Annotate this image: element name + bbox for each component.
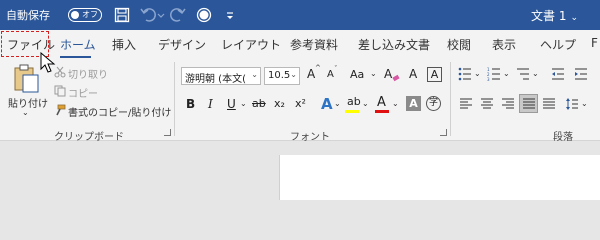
paste-dropdown-icon[interactable]: ⌄	[22, 108, 29, 117]
autosave-label: 自動保存	[6, 9, 50, 22]
highlight-color-swatch	[345, 110, 359, 113]
underline-dropdown-icon[interactable]: ⌄	[240, 99, 247, 108]
tab-insert[interactable]: 挿入	[112, 36, 136, 53]
font-color-dropdown-icon[interactable]: ⌄	[392, 99, 399, 108]
multilevel-list-dropdown-icon[interactable]: ⌄	[532, 69, 539, 78]
font-color-swatch	[375, 110, 389, 113]
undo-icon[interactable]	[140, 6, 166, 24]
tab-overflow[interactable]: F	[591, 36, 598, 50]
justify-button[interactable]	[519, 94, 538, 113]
phonetic-guide-icon[interactable]: A	[409, 67, 417, 81]
justify-icon	[523, 98, 535, 109]
clear-formatting-icon[interactable]: A	[384, 67, 392, 81]
increase-indent-icon[interactable]	[574, 67, 588, 81]
highlight-icon[interactable]: ab	[347, 95, 361, 108]
subscript-icon[interactable]: x₂	[274, 97, 285, 110]
mouse-cursor-icon	[40, 52, 56, 73]
align-left-icon[interactable]	[459, 97, 473, 111]
eraser-icon	[392, 74, 400, 82]
document-title: 文書 1 ⌄	[531, 7, 578, 24]
font-size-box[interactable]: 10.5 ⌄	[264, 67, 300, 85]
toggle-knob	[71, 11, 79, 19]
font-name-dropdown-icon[interactable]: ⌄	[251, 70, 258, 79]
copy-icon[interactable]	[54, 85, 66, 97]
font-name-box[interactable]: 游明朝 (本文( ⌄	[181, 67, 261, 85]
save-icon[interactable]	[114, 6, 130, 24]
customize-qat-icon[interactable]	[224, 6, 236, 24]
text-effects-icon[interactable]: A	[321, 95, 333, 113]
bold-icon[interactable]: B	[186, 97, 195, 111]
character-shading-icon[interactable]: A	[406, 96, 421, 111]
copy-label[interactable]: コピー	[68, 85, 98, 100]
superscript-icon[interactable]: x²	[295, 97, 306, 110]
shrink-font-icon[interactable]: A	[327, 69, 334, 80]
shrink-font-caret: ˇ	[334, 65, 338, 73]
format-painter-label[interactable]: 書式のコピー/貼り付け	[68, 104, 171, 119]
numbering-dropdown-icon[interactable]: ⌄	[503, 69, 510, 78]
bullets-icon[interactable]	[458, 67, 472, 81]
distributed-icon[interactable]	[542, 97, 556, 111]
change-case-dropdown-icon[interactable]: ⌄	[370, 69, 377, 78]
numbering-icon[interactable]: 1 2 3	[487, 67, 501, 81]
strikethrough-icon[interactable]: ab	[252, 97, 266, 110]
touch-mode-icon[interactable]	[196, 6, 212, 24]
grow-font-caret: ^	[315, 64, 321, 72]
multilevel-list-icon[interactable]	[516, 67, 530, 81]
active-tab-indicator	[60, 56, 91, 58]
autosave-toggle[interactable]: オフ	[68, 8, 102, 22]
font-launcher-icon[interactable]	[440, 129, 447, 136]
grow-font-icon[interactable]: A	[307, 67, 315, 81]
paste-icon[interactable]	[13, 64, 41, 94]
format-painter-icon[interactable]	[54, 104, 66, 116]
line-spacing-icon[interactable]	[565, 97, 579, 111]
tab-references[interactable]: 参考資料	[290, 36, 338, 53]
group-separator	[174, 62, 175, 136]
document-title-text: 文書 1	[531, 9, 567, 23]
redo-icon[interactable]	[170, 6, 186, 24]
tab-mailings[interactable]: 差し込み文書	[358, 36, 430, 53]
align-right-icon[interactable]	[501, 97, 515, 111]
align-center-icon[interactable]	[480, 97, 494, 111]
font-size-value: 10.5	[268, 70, 291, 81]
cut-label[interactable]: 切り取り	[68, 66, 108, 81]
autosave-toggle-state: オフ	[82, 10, 98, 19]
character-border-icon[interactable]: A	[427, 67, 442, 82]
tab-view[interactable]: 表示	[492, 36, 516, 53]
tab-help[interactable]: ヘルプ	[540, 36, 576, 53]
font-size-dropdown-icon[interactable]: ⌄	[290, 70, 297, 79]
highlight-dropdown-icon[interactable]: ⌄	[362, 99, 369, 108]
change-case-icon[interactable]: Aa	[350, 68, 364, 81]
decrease-indent-icon[interactable]	[551, 67, 565, 81]
font-color-icon[interactable]: A	[377, 95, 386, 110]
tab-review[interactable]: 校閲	[447, 36, 471, 53]
ribbon-tab-row: ファイル ホーム 挿入 デザイン レイアウト 参考資料 差し込み文書 校閲 表示…	[0, 30, 600, 59]
document-title-chevron-icon[interactable]: ⌄	[570, 13, 578, 23]
bullets-dropdown-icon[interactable]: ⌄	[474, 69, 481, 78]
italic-icon[interactable]: I	[208, 97, 213, 111]
group-separator	[450, 62, 451, 136]
tab-home[interactable]: ホーム	[60, 36, 96, 53]
line-spacing-dropdown-icon[interactable]: ⌄	[581, 99, 588, 108]
underline-icon[interactable]: U	[227, 97, 236, 111]
title-bar: 自動保存 オフ 文書 1 ⌄	[0, 0, 600, 30]
enclose-characters-icon[interactable]: 字	[426, 96, 441, 111]
svg-text:3: 3	[487, 77, 490, 81]
clipboard-launcher-icon[interactable]	[164, 129, 171, 136]
tab-layout[interactable]: レイアウト	[221, 36, 281, 53]
text-effects-dropdown-icon[interactable]: ⌄	[334, 99, 341, 108]
tab-design[interactable]: デザイン	[158, 36, 206, 53]
document-page[interactable]	[279, 155, 600, 200]
font-name-value: 游明朝 (本文(	[185, 74, 246, 85]
